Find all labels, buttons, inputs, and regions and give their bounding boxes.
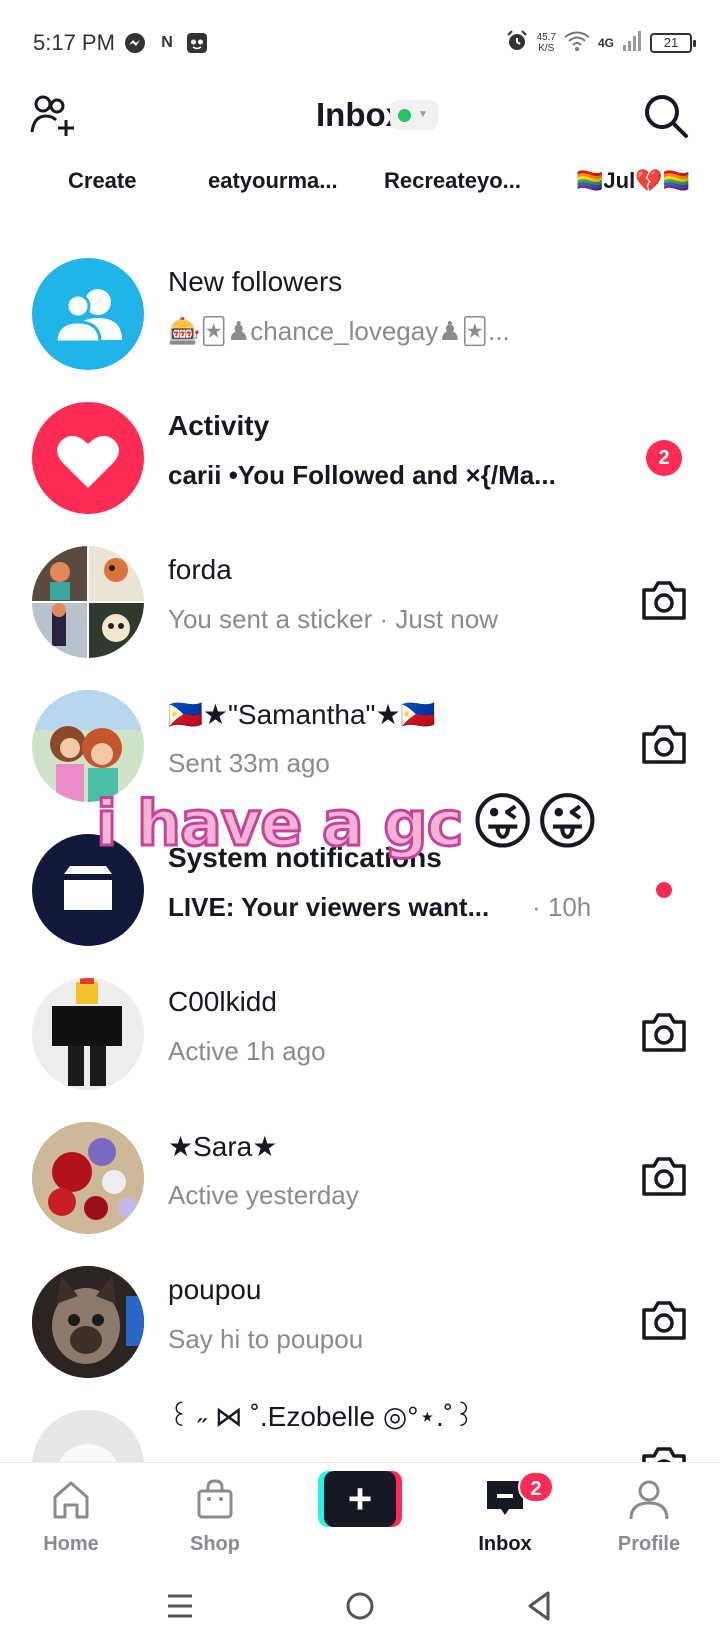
messenger-icon [124,32,146,54]
row-subtitle: You sent a sticker · Just now [168,604,498,634]
camera-icon[interactable] [640,1010,688,1054]
create-post-button[interactable]: + [318,1471,402,1527]
row-title: poupou [168,1274,262,1305]
row-title: 🇵🇭★"Samantha"★🇵🇭 [168,699,436,730]
alarm-icon [505,29,529,58]
list-item-new-followers[interactable]: New followers 🎰🃏♟chance_lovegay♟🃏... [0,244,720,384]
netflix-icon: N [161,34,173,51]
camera-icon[interactable] [640,1298,688,1342]
avatar [32,978,144,1090]
unread-dot [656,882,672,898]
overlay-sticker-text: i have a gc 😜😜 [94,778,600,868]
nav-inbox[interactable]: 2 Inbox [450,1471,560,1565]
search-icon[interactable] [642,92,690,140]
row-subtitle: Active yesterday [168,1180,359,1210]
row-subtitle: 🎰🃏♟chance_lovegay♟🃏... [168,316,510,346]
net-speed: 45.7 K/S [536,32,556,54]
nav-shop-label: Shop [190,1533,240,1555]
inbox-unread-badge: 2 [518,1471,554,1503]
bottom-nav: Home Shop + 2 Inbox Profile [0,1462,720,1572]
row-subtitle: LIVE: Your viewers want... [168,892,490,922]
heart-icon [32,402,144,514]
camera-icon[interactable] [640,1154,688,1198]
row-title: Activity [168,410,270,441]
list-item-chat[interactable]: poupou Say hi to poupou [0,1252,720,1392]
list-item-chat[interactable]: ꒰ ˶ ⋈ ˚.Ezobelle ◎°⋆.˚꒱ [0,1396,720,1462]
row-subtitle: Sent 33m ago [168,748,330,778]
nav-home[interactable]: Home [16,1475,126,1565]
row-subtitle: Active 1h ago [168,1036,326,1066]
camera-icon[interactable] [640,1444,688,1462]
avatar [32,1410,144,1462]
plus-icon: + [324,1471,396,1527]
status-time: 5:17 PM [33,30,115,55]
followers-icon [32,258,144,370]
row-subtitle: Say hi to poupou [168,1324,364,1354]
recent-apps-icon[interactable] [160,1588,200,1624]
shopping-bag-icon [197,1479,233,1519]
winking-tongue-emoji: 😜😜 [470,788,600,857]
chevron-down-icon: ▼ [418,109,428,120]
row-title: New followers [168,266,343,297]
list-item-activity[interactable]: Activity carii •You Followed and ×{/Ma..… [0,388,720,528]
home-icon [53,1481,89,1519]
camera-icon[interactable] [640,578,688,622]
row-title: ꒰ ˶ ⋈ ˚.Ezobelle ◎°⋆.˚꒱ [168,1401,475,1432]
overlay-text: i have a gc [94,785,464,861]
avatar [32,546,144,658]
list-item-chat[interactable]: C00lkidd Active 1h ago [0,964,720,1104]
row-subtitle: carii •You Followed and ×{/Ma... [168,460,556,490]
home-circle-icon[interactable] [340,1588,380,1624]
list-item-chat[interactable]: forda You sent a sticker · Just now [0,532,720,672]
app-notification-icon [186,32,208,54]
wifi-icon [564,31,590,56]
signal-icon [622,30,642,57]
unread-count-badge: 2 [646,440,682,476]
page-title: Inbox [316,96,404,133]
story-item[interactable]: eatyourma... [208,168,338,194]
story-create[interactable]: Create [68,168,136,194]
story-item[interactable]: 🏳️‍🌈Jul💔🏳️‍🌈 [576,168,690,194]
nav-shop[interactable]: Shop [160,1475,270,1565]
row-timestamp: · 10h [532,892,592,922]
back-triangle-icon[interactable] [520,1588,560,1624]
row-title: forda [168,554,232,585]
network-type: 4G [597,36,614,50]
stories-row: Create eatyourma... Recreateyo... 🏳️‍🌈Ju… [0,160,720,206]
profile-icon [629,1480,669,1520]
nav-profile[interactable]: Profile [594,1475,704,1565]
story-item[interactable]: Recreateyo... [384,168,521,194]
camera-icon[interactable] [640,722,688,766]
nav-profile-label: Profile [617,1533,681,1555]
nav-inbox-label: Inbox [478,1533,532,1555]
inbox-header: Inbox ▼ [0,86,720,148]
online-status-toggle[interactable]: ▼ [390,100,438,130]
row-title: C00lkidd [168,986,277,1017]
avatar [32,1266,144,1378]
nav-home-label: Home [43,1533,99,1555]
avatar [32,1122,144,1234]
status-bar: 5:17 PM N 45.7 K/S 4G 21 [0,0,720,90]
battery-indicator: 21 [650,33,696,53]
online-status-dot [398,109,411,122]
row-title: ★Sara★ [168,1131,278,1162]
system-nav-bar [0,1572,720,1640]
list-item-chat[interactable]: ★Sara★ Active yesterday [0,1108,720,1248]
